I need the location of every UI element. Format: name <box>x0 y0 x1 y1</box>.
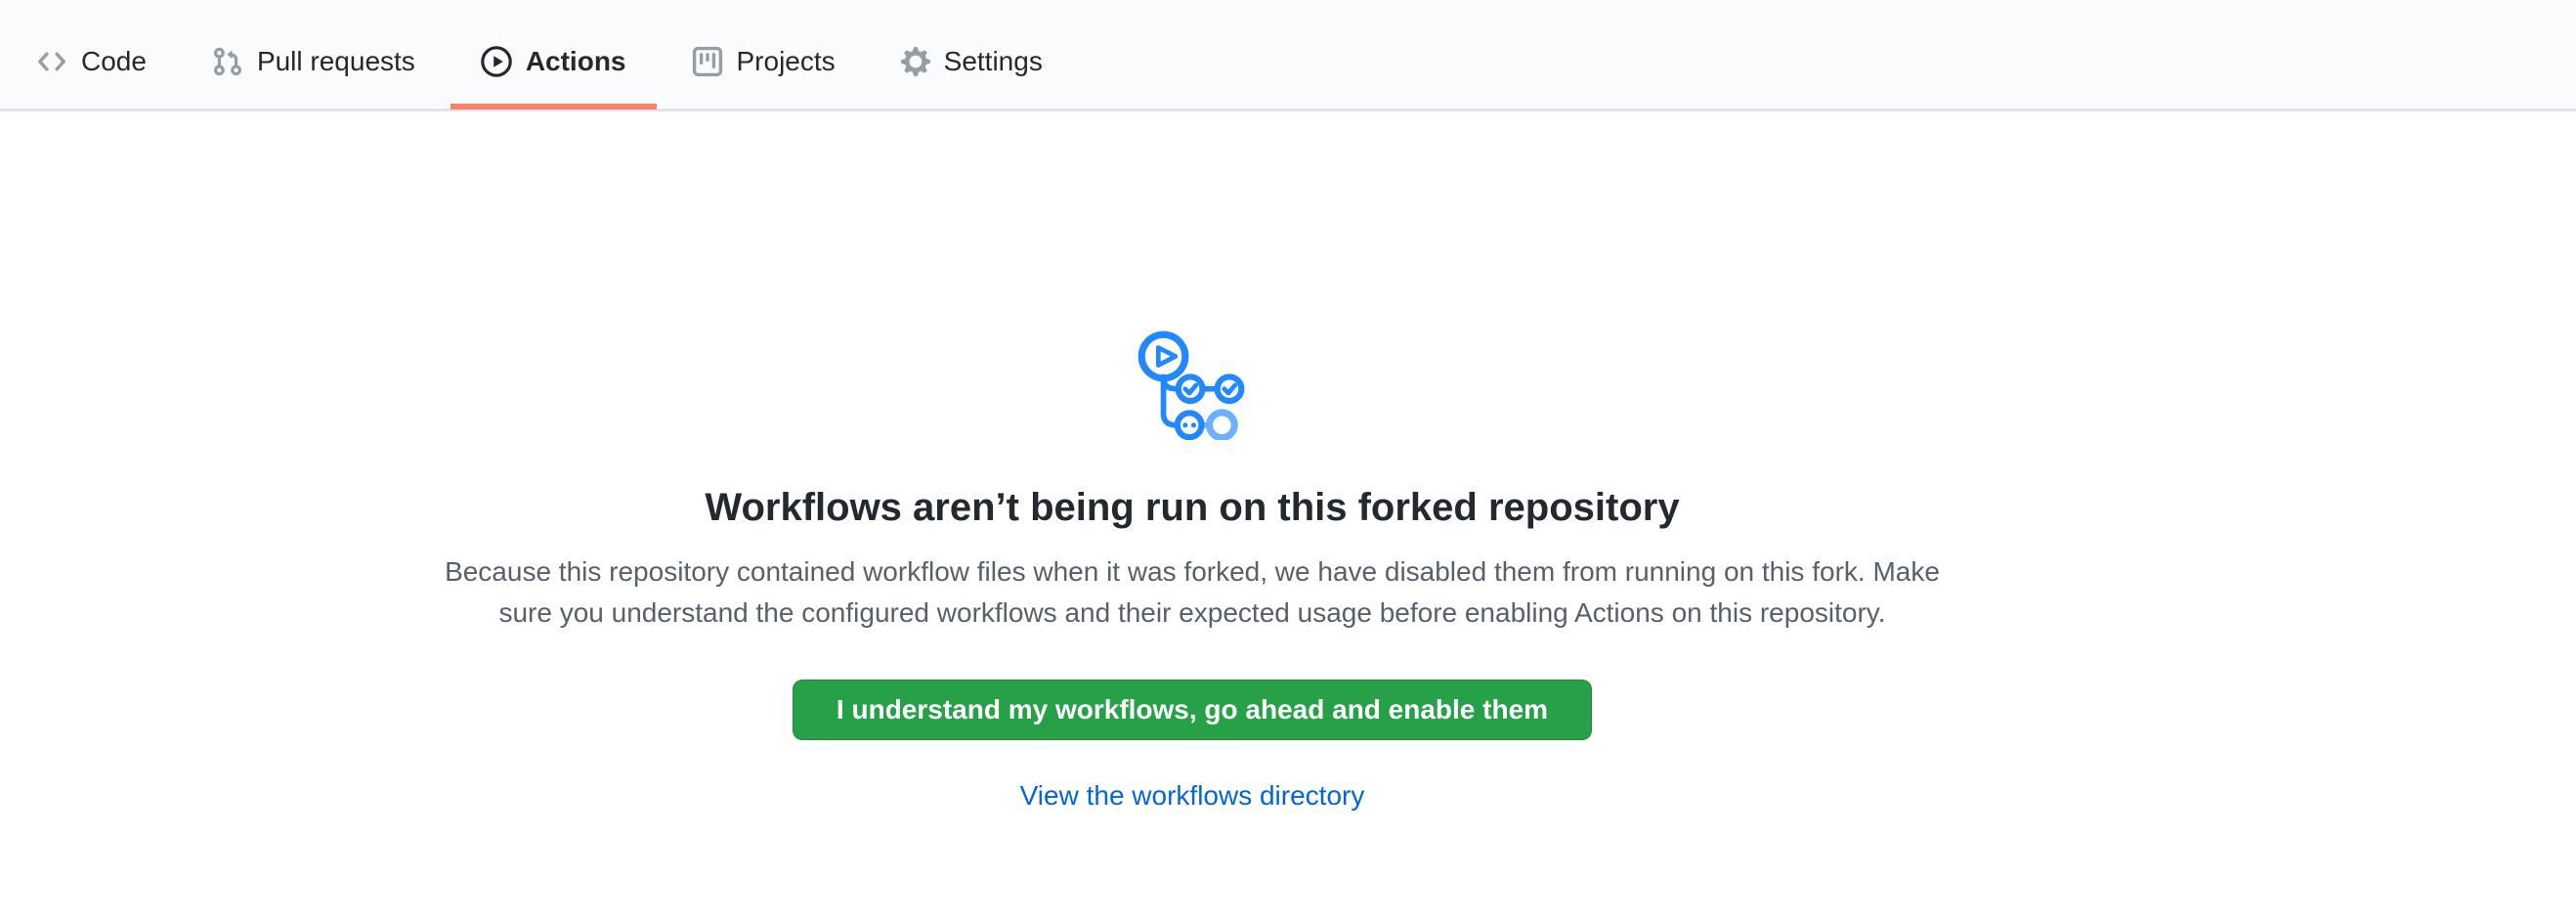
tab-label: Code <box>81 48 147 75</box>
actions-workflow-icon <box>1137 329 1248 440</box>
pull-request-icon <box>212 46 243 77</box>
play-circle-icon <box>481 46 512 77</box>
actions-disabled-blankslate: Workflows aren’t being run on this forke… <box>0 111 2384 812</box>
view-workflows-directory-link[interactable]: View the workflows directory <box>1020 780 1365 812</box>
tab-code[interactable]: Code <box>6 14 177 109</box>
tab-label: Settings <box>944 48 1043 75</box>
code-icon <box>36 46 67 77</box>
description-line-1: Because this repository contained workfl… <box>445 551 1940 593</box>
gear-icon <box>901 45 930 78</box>
tab-settings[interactable]: Settings <box>871 14 1073 109</box>
enable-workflows-button[interactable]: I understand my workflows, go ahead and … <box>793 680 1592 740</box>
tab-projects[interactable]: Projects <box>662 14 866 109</box>
tab-label: Projects <box>737 48 836 75</box>
description-line-2: sure you understand the configured workf… <box>445 593 1940 634</box>
tab-pull-requests[interactable]: Pull requests <box>182 14 446 109</box>
active-tab-indicator <box>451 104 657 110</box>
repo-tab-nav: Code Pull requests A <box>0 0 2576 111</box>
description-text: Because this repository contained workfl… <box>445 551 1940 634</box>
tab-label: Pull requests <box>257 48 415 75</box>
tab-label: Actions <box>526 48 626 75</box>
tab-actions[interactable]: Actions <box>451 14 657 109</box>
page-title: Workflows aren’t being run on this forke… <box>705 484 1679 532</box>
project-board-icon <box>692 46 723 77</box>
